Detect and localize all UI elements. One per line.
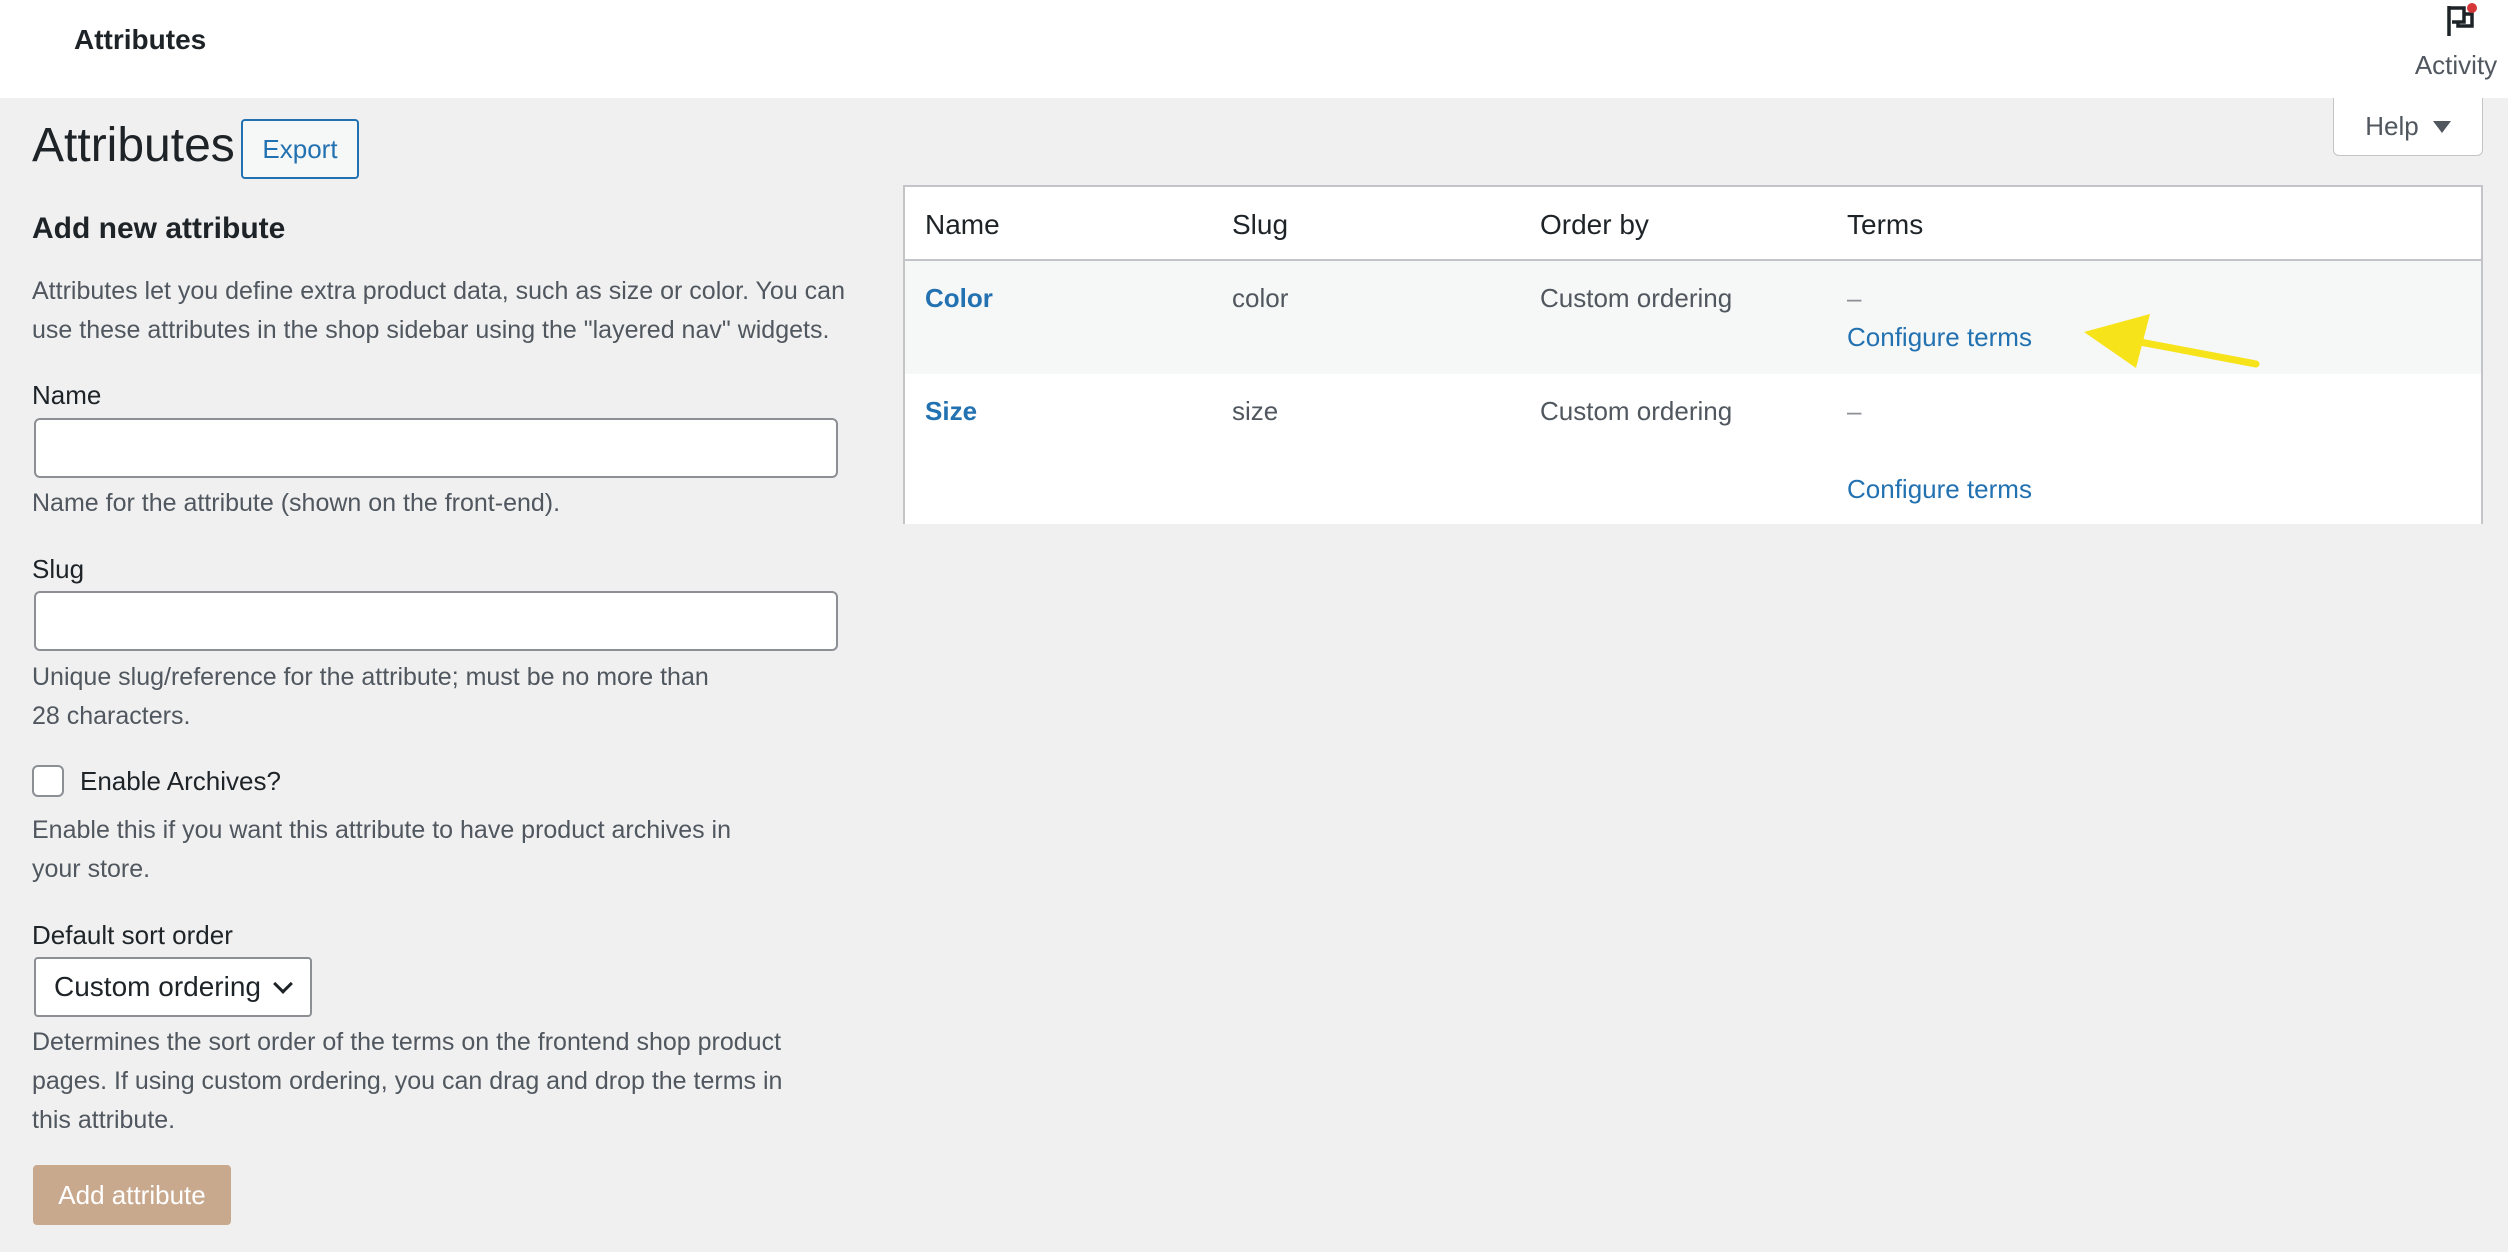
activity-label: Activity bbox=[2414, 50, 2498, 80]
top-bar: Attributes Activity bbox=[0, 0, 2508, 98]
form-intro: Attributes let you define extra product … bbox=[32, 277, 845, 344]
archives-row: Enable Archives? bbox=[32, 765, 281, 797]
slug-help: Unique slug/reference for the attribute;… bbox=[32, 663, 709, 730]
attribute-name-link[interactable]: Color bbox=[925, 283, 993, 314]
slug-label: Slug bbox=[32, 554, 85, 584]
attribute-terms: – bbox=[1847, 396, 1862, 426]
table-row: Size size Custom ordering – Configure te… bbox=[905, 374, 2481, 524]
column-header-terms: Terms bbox=[1847, 209, 1924, 240]
sort-order-select[interactable]: Custom ordering bbox=[34, 957, 312, 1017]
attribute-slug: color bbox=[1232, 283, 1289, 313]
slug-input[interactable] bbox=[34, 591, 838, 651]
sort-order-label: Default sort order bbox=[32, 920, 233, 950]
attribute-order-by: Custom ordering bbox=[1540, 283, 1733, 313]
name-help: Name for the attribute (shown on the fro… bbox=[32, 489, 561, 517]
caret-down-icon bbox=[2432, 120, 2451, 133]
column-header-slug: Slug bbox=[1232, 209, 1289, 240]
sort-order-value: Custom ordering bbox=[54, 971, 261, 1002]
column-header-order-by: Order by bbox=[1540, 209, 1649, 240]
configure-terms-link[interactable]: Configure terms bbox=[1847, 322, 2032, 353]
attribute-slug: size bbox=[1232, 396, 1279, 426]
help-label: Help bbox=[2365, 111, 2419, 141]
configure-terms-link[interactable]: Configure terms bbox=[1847, 474, 2032, 505]
table-header: Name Slug Order by Terms bbox=[905, 187, 2481, 261]
name-label: Name bbox=[32, 380, 102, 410]
top-bar-title: Attributes bbox=[74, 24, 207, 55]
annotation-arrow-icon bbox=[2084, 314, 2260, 368]
archives-help: Enable this if you want this attribute t… bbox=[32, 816, 731, 883]
export-button[interactable]: Export bbox=[241, 119, 359, 179]
form-section-title: Add new attribute bbox=[32, 212, 286, 245]
activity-button[interactable]: Activity bbox=[2404, 0, 2508, 98]
sort-order-help: Determines the sort order of the terms o… bbox=[32, 1028, 783, 1134]
chevron-down-icon bbox=[273, 974, 293, 994]
enable-archives-checkbox[interactable] bbox=[32, 765, 64, 797]
attribute-terms: – bbox=[1847, 283, 1862, 313]
enable-archives-label: Enable Archives? bbox=[80, 765, 281, 796]
column-header-name[interactable]: Name bbox=[925, 209, 1000, 241]
name-input[interactable] bbox=[34, 418, 838, 478]
attribute-name-link[interactable]: Size bbox=[925, 396, 977, 427]
page-title: Attributes bbox=[32, 119, 235, 172]
flag-icon bbox=[2447, 3, 2477, 36]
help-tab-button[interactable]: Help bbox=[2333, 98, 2483, 156]
add-attribute-button[interactable]: Add attribute bbox=[33, 1165, 231, 1225]
attribute-order-by: Custom ordering bbox=[1540, 396, 1733, 426]
